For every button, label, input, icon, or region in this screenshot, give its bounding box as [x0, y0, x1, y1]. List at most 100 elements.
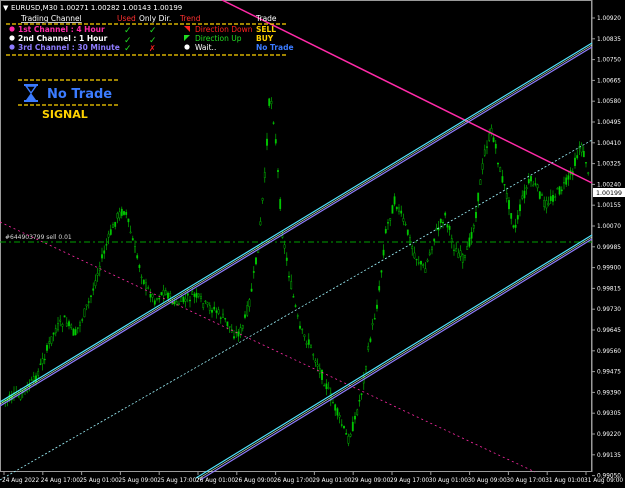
candle-body — [310, 344, 312, 348]
price-tick-label: 1.00070 — [597, 224, 621, 230]
candle-body — [483, 149, 486, 156]
candle-body — [565, 177, 568, 185]
candle-body — [226, 321, 229, 327]
candle-body — [76, 327, 79, 329]
candle-body — [426, 259, 429, 262]
channel-3-lower-violet[interactable] — [199, 238, 593, 481]
candle-body — [563, 182, 565, 184]
candle-body — [255, 257, 257, 265]
candle-body — [378, 286, 381, 291]
candle-body — [151, 293, 154, 298]
candle-body — [477, 192, 480, 202]
candle-body — [237, 331, 240, 337]
candle-body — [153, 300, 156, 305]
candle-body — [167, 292, 169, 299]
candle-body — [479, 179, 482, 185]
candle-body — [503, 184, 506, 186]
time-tick-label: 25 Aug 01:00 — [80, 478, 119, 484]
header-trade: Trade — [255, 14, 277, 23]
candle-body — [402, 218, 405, 222]
candle-body — [428, 252, 431, 255]
candle-body — [162, 289, 165, 296]
price-tick-label: 1.00665 — [597, 78, 621, 84]
candle-body — [61, 324, 64, 327]
direction-down-arrow-icon — [184, 26, 190, 32]
candle-body — [472, 224, 475, 229]
candle-body — [461, 254, 464, 263]
candle-body — [202, 303, 205, 308]
candle-body — [435, 228, 438, 230]
candle-body — [191, 291, 194, 295]
channel-1-label: 1st Channel : 4 Hour — [18, 25, 105, 34]
candle-body — [164, 290, 167, 296]
candle-body — [268, 98, 271, 106]
candle-body — [519, 204, 521, 212]
candle-body — [536, 184, 539, 189]
candle-body — [301, 328, 304, 331]
price-chart[interactable]: ▼ EURUSD,M30 1.00271 1.00282 1.00143 1.0… — [0, 0, 625, 488]
candle-body — [248, 299, 251, 307]
candle-body — [521, 195, 524, 199]
candle-body — [68, 321, 70, 327]
candle-body — [468, 237, 471, 247]
channel-3-trade: No Trade — [256, 43, 294, 52]
symbol-info: EURUSD,M30 1.00271 1.00282 1.00143 1.001… — [11, 4, 182, 12]
candle-body — [296, 315, 299, 317]
candle-body — [90, 295, 92, 297]
candle-body — [424, 268, 427, 273]
candle-body — [464, 255, 466, 258]
candle-body — [208, 305, 211, 311]
candle-body — [494, 143, 497, 149]
channel-2-lower-cyan[interactable] — [195, 234, 593, 479]
candle-body — [239, 327, 242, 335]
candle-body — [211, 310, 213, 313]
candle-body — [470, 232, 473, 239]
price-tick-label: 1.00835 — [597, 37, 621, 43]
candle-body — [169, 293, 172, 297]
candle-body — [347, 435, 350, 444]
chart-down-arrow-icon[interactable]: ▼ — [3, 4, 9, 12]
candle-body — [294, 305, 297, 307]
candle-body — [446, 224, 449, 228]
candle-body — [41, 358, 44, 364]
price-tick-label: 0.99730 — [597, 307, 621, 313]
candle-body — [103, 250, 106, 254]
candle-body — [505, 193, 508, 199]
candle-body — [147, 287, 150, 289]
time-tick-label: 26 Aug 09:00 — [235, 478, 274, 484]
candle-body — [217, 309, 220, 314]
candle-body — [43, 358, 46, 361]
channel-2-mid-dotted[interactable] — [0, 139, 593, 481]
channel-3-only-cross-icon[interactable]: ✗ — [149, 44, 156, 53]
candle-body — [318, 368, 321, 374]
channel-1-only-check-icon[interactable]: ✓ — [149, 26, 157, 36]
time-axis: 24 Aug 2022 24 Aug 17:00 25 Aug 01:00 25 Au… — [2, 472, 623, 484]
candle-body — [312, 354, 315, 356]
candle-body — [274, 139, 277, 144]
price-tick-label: 1.00580 — [597, 99, 621, 105]
candle-body — [547, 203, 550, 205]
candle-body — [140, 276, 143, 278]
candle-body — [96, 273, 99, 276]
candle-body — [175, 301, 178, 305]
candle-body — [398, 207, 400, 212]
candle-body — [395, 206, 398, 210]
candle-body — [492, 137, 495, 143]
candle-body — [415, 258, 418, 261]
price-tick-label: 0.99645 — [597, 328, 621, 334]
price-tick-label: 0.99815 — [597, 286, 621, 292]
candle-body — [228, 326, 231, 328]
candle-body — [37, 371, 40, 376]
channel-1-used-check-icon[interactable]: ✓ — [124, 26, 132, 36]
candle-body — [549, 196, 552, 201]
channel-3-used-check-icon[interactable]: ✓ — [124, 44, 132, 54]
time-tick-label: 29 Aug 17:00 — [390, 478, 429, 484]
candle-body — [400, 210, 403, 214]
candle-body — [134, 246, 136, 253]
channel-2-lower-white[interactable] — [197, 236, 593, 480]
candle-body — [149, 294, 152, 298]
price-tick-label: 1.00920 — [597, 16, 621, 22]
price-tick-label: 0.99305 — [597, 411, 621, 417]
candle-body — [514, 224, 517, 228]
candle-body — [52, 332, 55, 335]
